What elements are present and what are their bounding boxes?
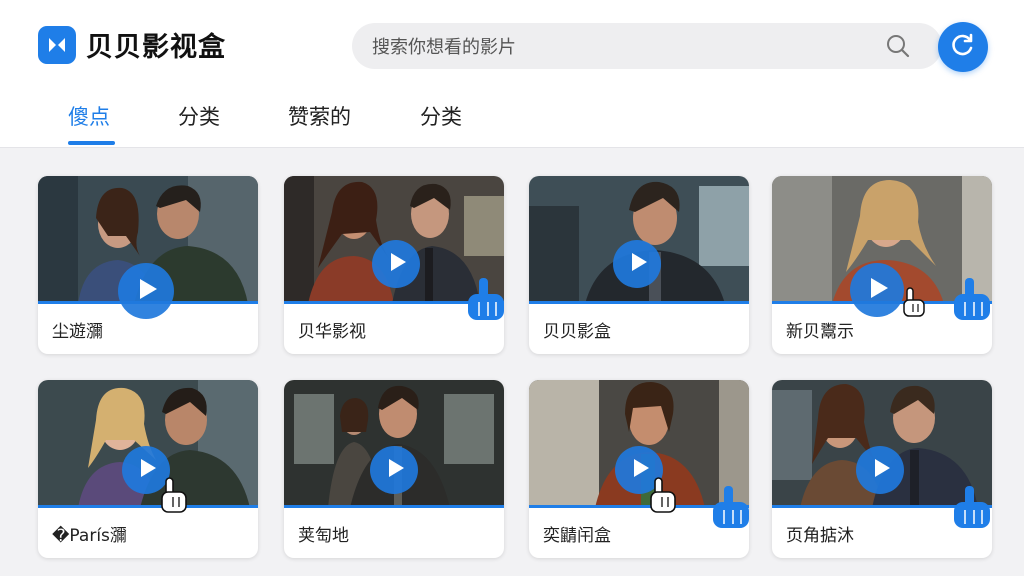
hand-cursor-icon xyxy=(709,484,753,538)
movie-card[interactable]: 贝贝影盒 xyxy=(529,176,749,354)
movie-title[interactable]: 奕鼱闬盒 xyxy=(543,521,611,546)
movie-card[interactable]: 新贝鬻示 xyxy=(772,176,992,354)
movie-card[interactable]: 贝华影视 xyxy=(284,176,504,354)
movie-card[interactable]: 奕鼱闬盒 xyxy=(529,380,749,558)
play-icon xyxy=(865,277,889,303)
play-button[interactable] xyxy=(372,240,420,288)
watch-progress xyxy=(284,505,504,508)
play-button[interactable] xyxy=(613,240,661,288)
movie-title[interactable]: 荚匋地 xyxy=(298,521,349,546)
tab-liked[interactable]: 赞萦的 xyxy=(288,101,351,131)
tab-category[interactable]: 分类 xyxy=(178,101,220,131)
hand-cursor-icon xyxy=(950,276,994,330)
play-button[interactable] xyxy=(856,446,904,494)
pointer-cursor-icon xyxy=(647,476,679,520)
play-icon xyxy=(869,458,891,482)
search-bar[interactable]: 搜索你想看的影片 xyxy=(352,23,942,69)
pointer-cursor-icon xyxy=(158,476,190,520)
movie-card[interactable]: 尘遊瀰 xyxy=(38,176,258,354)
hand-cursor-icon xyxy=(464,276,508,330)
play-button[interactable] xyxy=(118,263,174,319)
refresh-icon xyxy=(949,31,977,63)
play-icon xyxy=(385,252,407,276)
top-bar: 贝贝影视盒 搜索你想看的影片 傻点 分类 赞萦的 分类 xyxy=(0,0,1024,148)
hand-cursor-icon xyxy=(950,484,994,538)
movie-title[interactable]: 页角掂沐 xyxy=(786,521,854,546)
movie-card[interactable]: �París瀰 xyxy=(38,380,258,558)
refresh-button[interactable] xyxy=(938,22,988,72)
movie-title[interactable]: �París瀰 xyxy=(52,521,127,546)
movie-title[interactable]: 贝贝影盒 xyxy=(543,317,611,342)
play-icon xyxy=(134,278,158,304)
movie-title[interactable]: 贝华影视 xyxy=(298,317,366,342)
app-logo[interactable]: 贝贝影视盒 xyxy=(38,25,226,64)
play-icon xyxy=(626,252,648,276)
play-button[interactable] xyxy=(850,263,904,317)
movie-card[interactable]: 荚匋地 xyxy=(284,380,504,558)
logo-icon xyxy=(38,25,76,64)
movie-title[interactable]: 尘遊瀰 xyxy=(52,317,103,342)
app-name: 贝贝影视盒 xyxy=(86,32,226,63)
play-icon xyxy=(383,458,405,482)
pointer-cursor-icon xyxy=(900,286,928,324)
active-tab-indicator xyxy=(68,141,115,145)
search-input[interactable]: 搜索你想看的影片 xyxy=(372,33,884,59)
tab-featured[interactable]: 傻点 xyxy=(68,101,110,131)
play-icon xyxy=(135,458,157,482)
movie-title[interactable]: 新贝鬻示 xyxy=(786,317,854,342)
play-button[interactable] xyxy=(370,446,418,494)
watch-progress xyxy=(38,505,258,508)
search-icon[interactable] xyxy=(884,32,912,60)
tab-category-2[interactable]: 分类 xyxy=(420,101,462,131)
movie-card[interactable]: 页角掂沐 xyxy=(772,380,992,558)
watch-progress xyxy=(529,301,749,304)
